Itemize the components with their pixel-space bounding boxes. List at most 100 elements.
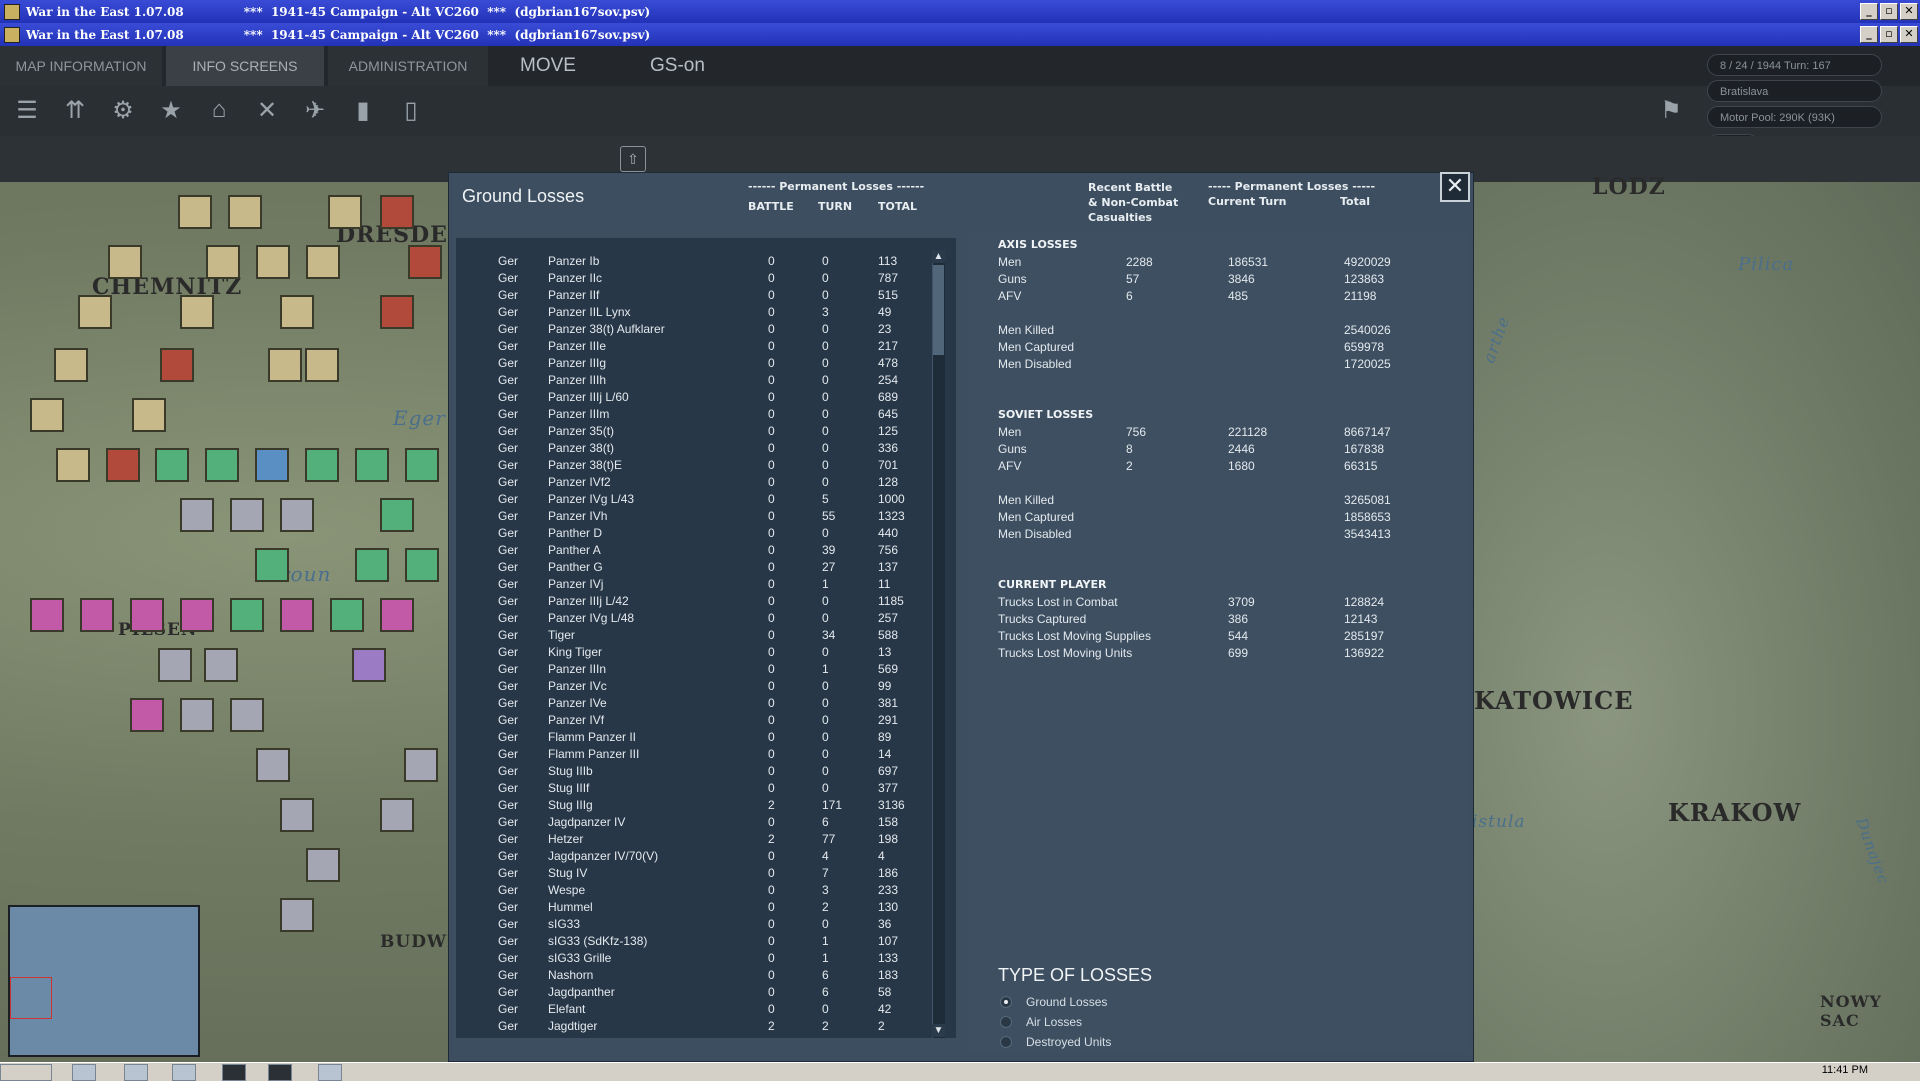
equipment-row[interactable]: Ger Stug IIIb 0 0 697 (456, 764, 926, 781)
unit-counter[interactable] (132, 398, 166, 432)
unit-counter[interactable] (306, 848, 340, 882)
equipment-row[interactable]: Ger Panzer 35(t) 0 0 125 (456, 424, 926, 441)
close-window-button[interactable]: ✕ (1900, 3, 1918, 20)
equipment-row[interactable]: Ger Flamm Panzer II 0 0 89 (456, 730, 926, 747)
unit-counter[interactable] (404, 748, 438, 782)
unit-counter[interactable] (108, 245, 142, 279)
unit-counter[interactable] (405, 548, 439, 582)
restore-button[interactable]: ▫ (1880, 3, 1898, 20)
unit-counter[interactable] (180, 295, 214, 329)
equipment-row[interactable]: Ger Panzer 38(t) Aufklarer 0 0 23 (456, 322, 926, 339)
unit-counter[interactable] (206, 245, 240, 279)
radio-destroyed-units[interactable]: Destroyed Units (1000, 1035, 1111, 1049)
equipment-row[interactable]: Ger Panzer IIIh 0 0 254 (456, 373, 926, 390)
equipment-row[interactable]: Ger Panzer IIf 0 0 515 (456, 288, 926, 305)
unit-counter[interactable] (230, 698, 264, 732)
unit-counter[interactable] (330, 598, 364, 632)
unit-counter[interactable] (380, 798, 414, 832)
radio-ground-losses[interactable]: Ground Losses (1000, 995, 1107, 1009)
gs-on-button[interactable]: GS-on (620, 46, 735, 86)
scrollbar-thumb[interactable] (933, 265, 944, 355)
equipment-row[interactable]: Ger Jagdpanzer IV 0 6 158 (456, 815, 926, 832)
unit-counter[interactable] (178, 195, 212, 229)
minimap-viewport[interactable] (10, 977, 52, 1019)
unit-counter[interactable] (78, 295, 112, 329)
equipment-row[interactable]: Ger Panzer IVh 0 55 1323 (456, 509, 926, 526)
unit-counter[interactable] (130, 698, 164, 732)
unit-counter[interactable] (380, 295, 414, 329)
unit-counter[interactable] (306, 245, 340, 279)
window-title-bar-1[interactable]: War in the East 1.07.08 *** 1941-45 Camp… (0, 0, 1920, 23)
equipment-row[interactable]: Ger Jagdpanther 0 6 58 (456, 985, 926, 1002)
equipment-row[interactable]: Ger Panzer Ib 0 0 113 (456, 254, 926, 271)
unit-counter[interactable] (352, 648, 386, 682)
unit-counter[interactable] (204, 648, 238, 682)
equipment-row[interactable]: Ger Panzer IVf2 0 0 128 (456, 475, 926, 492)
equipment-row[interactable]: Ger Hetzer 2 77 198 (456, 832, 926, 849)
equipment-row[interactable]: Ger Panzer IVf 0 0 291 (456, 713, 926, 730)
equipment-row[interactable]: Ger Nashorn 0 6 183 (456, 968, 926, 985)
star-icon[interactable]: ★ (154, 93, 188, 127)
unit-counter[interactable] (80, 598, 114, 632)
radio-dot[interactable] (1000, 996, 1012, 1008)
air-icon[interactable]: ✈ (298, 93, 332, 127)
gear-icon[interactable]: ⚙ (106, 93, 140, 127)
equipment-row[interactable]: Ger Panzer 38(t) 0 0 336 (456, 441, 926, 458)
unit-counter[interactable] (228, 195, 262, 229)
taskbar-icon[interactable] (268, 1064, 292, 1081)
unit-counter[interactable] (405, 448, 439, 482)
unit-counter[interactable] (180, 498, 214, 532)
equipment-row[interactable]: Ger Panzer IVj 0 1 11 (456, 577, 926, 594)
equipment-row[interactable]: Ger Stug IIIg 2 171 3136 (456, 798, 926, 815)
window-title-bar-2[interactable]: War in the East 1.07.08 *** 1941-45 Camp… (0, 23, 1920, 46)
unit-counter[interactable] (180, 598, 214, 632)
restore-button[interactable]: ▫ (1880, 26, 1898, 43)
battery-icon[interactable]: ▯ (394, 93, 428, 127)
unit-counter[interactable] (255, 448, 289, 482)
equipment-row[interactable]: Ger Jagdpanzer IV/70(V) 0 4 4 (456, 849, 926, 866)
equipment-row[interactable]: Ger Flamm Panzer III 0 0 14 (456, 747, 926, 764)
unit-counter[interactable] (280, 295, 314, 329)
equipment-row[interactable]: Ger sIG33 Grille 0 1 133 (456, 951, 926, 968)
taskbar-icon[interactable] (124, 1064, 148, 1081)
unit-counter[interactable] (155, 448, 189, 482)
equipment-row[interactable]: Ger Panther G 0 27 137 (456, 560, 926, 577)
unit-counter[interactable] (158, 648, 192, 682)
collapse-toolbar-icon[interactable]: ⇧ (620, 146, 646, 172)
taskbar-icon[interactable] (72, 1064, 96, 1081)
scrollbar-track[interactable] (932, 250, 945, 1038)
unit-counter[interactable] (256, 245, 290, 279)
unit-counter[interactable] (280, 598, 314, 632)
taskbar-icon[interactable] (172, 1064, 196, 1081)
equipment-row[interactable]: Ger Jagdtiger 2 2 2 (456, 1019, 926, 1036)
move-mode-button[interactable]: MOVE (500, 46, 596, 86)
fuel-icon[interactable]: ▮ (346, 93, 380, 127)
minimize-button[interactable]: _ (1860, 26, 1878, 43)
equipment-row[interactable]: Ger Panzer IIIj L/60 0 0 689 (456, 390, 926, 407)
unit-counter[interactable] (280, 498, 314, 532)
equipment-row[interactable]: Ger Panther D 0 0 440 (456, 526, 926, 543)
tab-info-screens[interactable]: INFO SCREENS (166, 46, 324, 86)
equipment-row[interactable]: Ger Panzer 38(t)E 0 0 701 (456, 458, 926, 475)
close-window-button[interactable]: ✕ (1900, 26, 1918, 43)
unit-counter[interactable] (328, 195, 362, 229)
radio-dot[interactable] (1000, 1036, 1012, 1048)
scroll-up-icon[interactable]: ▲ (932, 250, 945, 263)
equipment-row[interactable]: Ger sIG33 0 0 36 (456, 917, 926, 934)
close-dialog-button[interactable]: ✕ (1440, 172, 1470, 202)
equipment-row[interactable]: Ger Tiger 0 34 588 (456, 628, 926, 645)
minimap[interactable] (8, 905, 200, 1057)
equipment-row[interactable]: Ger Panzer IIc 0 0 787 (456, 271, 926, 288)
equipment-row[interactable]: Ger Panzer IIIn 0 1 569 (456, 662, 926, 679)
unit-counter[interactable] (380, 498, 414, 532)
crossed-swords-icon[interactable]: ✕ (250, 93, 284, 127)
unit-counter[interactable] (268, 348, 302, 382)
minimize-button[interactable]: _ (1860, 3, 1878, 20)
unit-counter[interactable] (255, 548, 289, 582)
radio-dot[interactable] (1000, 1016, 1012, 1028)
equipment-row[interactable]: Ger Panzer IIIe 0 0 217 (456, 339, 926, 356)
equipment-row[interactable]: Ger sIG33 (SdKfz-138) 0 1 107 (456, 934, 926, 951)
equipment-list[interactable]: Ger Panzer Ib 0 0 113 Ger Panzer IIc 0 0 787 Ger Pa… (456, 254, 926, 1044)
equipment-row[interactable]: Ger Panzer IIIm 0 0 645 (456, 407, 926, 424)
unit-counter[interactable] (408, 245, 442, 279)
